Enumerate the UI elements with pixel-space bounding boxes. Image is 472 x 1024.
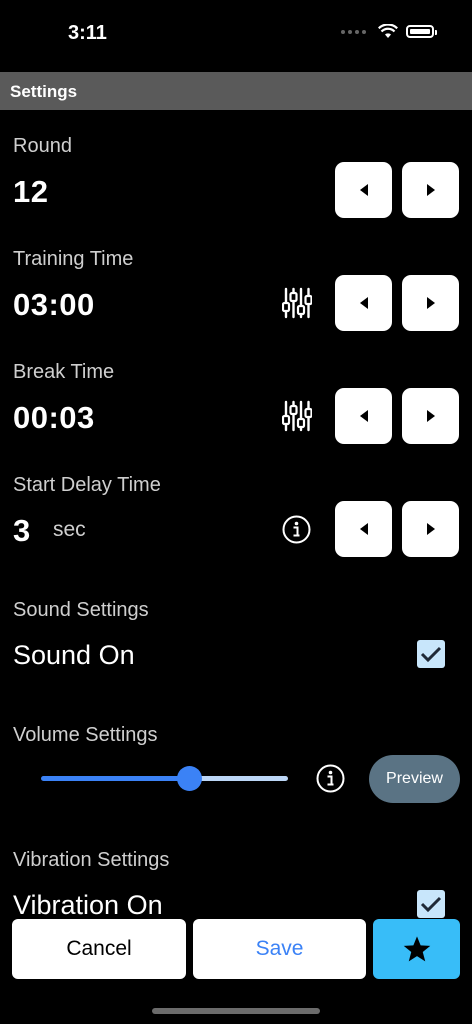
caret-right-icon: [426, 297, 435, 309]
volume-slider-filled-track[interactable]: [41, 776, 189, 781]
star-icon: [403, 935, 430, 961]
start-delay-value: 3: [13, 513, 31, 548]
wifi-icon: [378, 24, 398, 38]
start-delay-increment-button[interactable]: [402, 501, 459, 557]
training-time-increment-button[interactable]: [402, 275, 459, 331]
training-time-value: 03:00: [13, 287, 95, 322]
caret-left-icon: [359, 184, 368, 196]
sliders-icon: [282, 400, 312, 432]
favorite-button[interactable]: [373, 919, 460, 979]
break-time-decrement-button[interactable]: [335, 388, 392, 444]
cancel-button[interactable]: Cancel: [12, 919, 186, 979]
caret-left-icon: [359, 297, 368, 309]
volume-settings-label: Volume Settings: [13, 724, 158, 746]
break-time-label: Break Time: [13, 361, 115, 383]
round-label: Round: [13, 135, 72, 157]
break-time-value: 00:03: [13, 400, 95, 435]
sound-on-checkbox[interactable]: [417, 640, 445, 668]
vibration-on-label: Vibration On: [13, 890, 163, 920]
volume-info-button[interactable]: [316, 764, 345, 793]
caret-right-icon: [426, 410, 435, 422]
checkmark-icon: [420, 646, 442, 663]
round-value: 12: [13, 174, 49, 209]
preview-button[interactable]: Preview: [369, 755, 460, 803]
start-delay-label: Start Delay Time: [13, 474, 161, 496]
volume-slider-thumb[interactable]: [177, 766, 202, 791]
sound-on-label: Sound On: [13, 640, 135, 670]
cellular-signal-icon: [341, 29, 366, 34]
vibration-settings-label: Vibration Settings: [13, 849, 170, 871]
status-icons: [341, 24, 437, 39]
caret-right-icon: [426, 184, 435, 196]
vibration-on-checkbox[interactable]: [417, 890, 445, 918]
save-button[interactable]: Save: [193, 919, 366, 979]
sliders-icon: [282, 287, 312, 319]
break-time-adjust-icon[interactable]: [282, 400, 312, 432]
settings-header: Settings: [0, 72, 472, 110]
caret-left-icon: [359, 410, 368, 422]
sound-settings-label: Sound Settings: [13, 599, 149, 621]
battery-icon: [406, 25, 437, 38]
training-time-label: Training Time: [13, 248, 134, 270]
status-time: 3:11: [68, 22, 107, 44]
caret-left-icon: [359, 523, 368, 535]
home-indicator: [152, 1008, 320, 1014]
info-icon: [316, 764, 345, 793]
caret-right-icon: [426, 523, 435, 535]
page-title: Settings: [10, 82, 78, 101]
round-decrement-button[interactable]: [335, 162, 392, 218]
round-increment-button[interactable]: [402, 162, 459, 218]
break-time-increment-button[interactable]: [402, 388, 459, 444]
start-delay-decrement-button[interactable]: [335, 501, 392, 557]
start-delay-unit: sec: [53, 518, 86, 541]
start-delay-info-button[interactable]: [282, 515, 311, 544]
training-time-decrement-button[interactable]: [335, 275, 392, 331]
volume-slider-track[interactable]: [189, 776, 288, 781]
info-icon: [282, 515, 311, 544]
checkmark-icon: [420, 896, 442, 913]
training-time-adjust-icon[interactable]: [282, 287, 312, 319]
